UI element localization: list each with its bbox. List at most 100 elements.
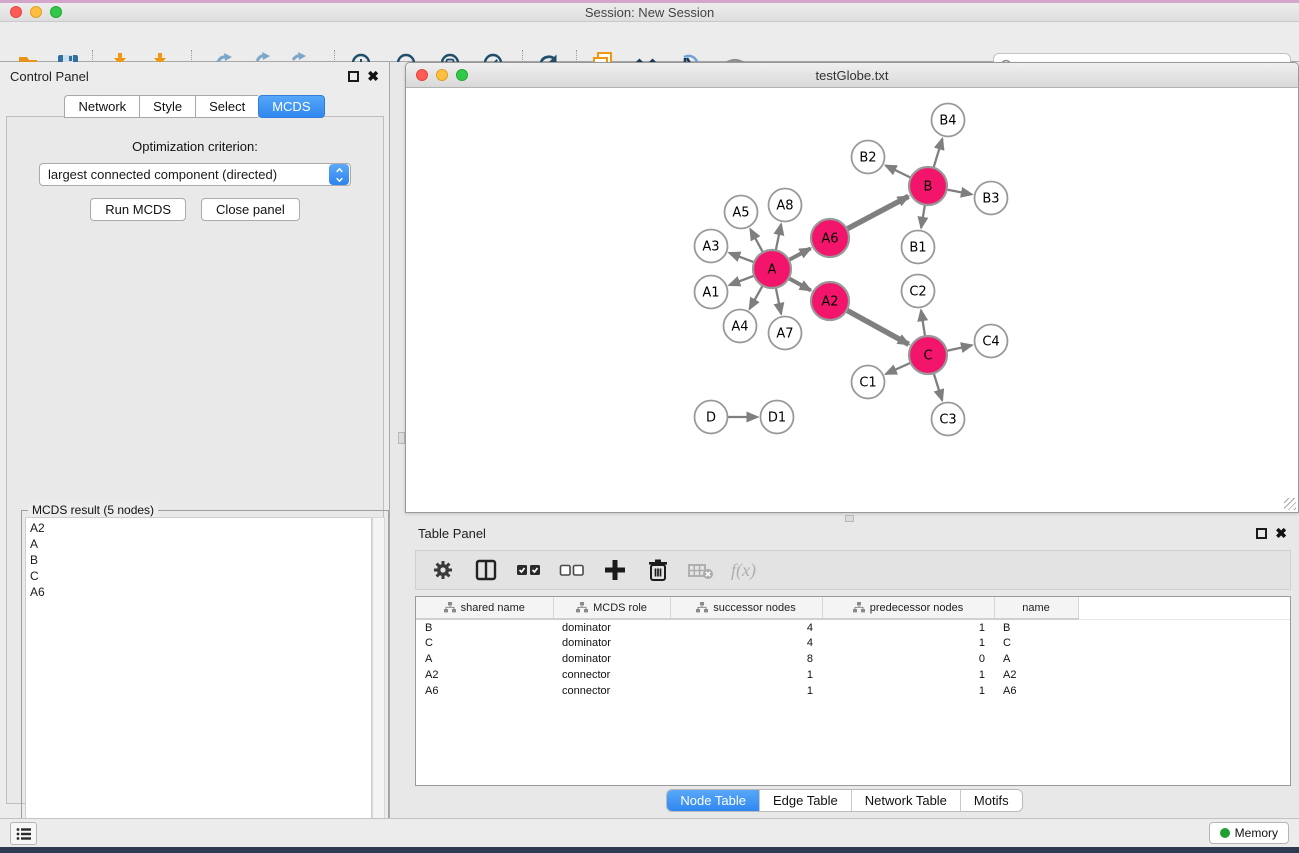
- graph-node-label: A7: [776, 327, 793, 342]
- table-cell[interactable]: A2: [994, 667, 1078, 683]
- graph-node-label: C3: [939, 413, 956, 428]
- graph-node-label: A3: [702, 240, 719, 255]
- table-row[interactable]: Adominator80A: [416, 651, 1290, 667]
- table-cell[interactable]: 4: [670, 619, 822, 635]
- vertical-splitter-handle[interactable]: [398, 432, 405, 444]
- node-table-container: shared name MCDS role successor nodes pr…: [415, 596, 1291, 786]
- close-table-panel-icon[interactable]: ✖: [1275, 528, 1287, 539]
- table-cell[interactable]: 4: [670, 635, 822, 651]
- close-panel-button[interactable]: Close panel: [201, 198, 300, 221]
- tab-network[interactable]: Network: [64, 95, 139, 118]
- network-window-titlebar[interactable]: testGlobe.txt: [406, 63, 1298, 88]
- run-mcds-button[interactable]: Run MCDS: [90, 198, 186, 221]
- table-row[interactable]: Bdominator41B: [416, 619, 1290, 635]
- float-table-panel-icon[interactable]: [1256, 528, 1267, 539]
- graph-node-label: B: [924, 180, 933, 195]
- dropdown-stepper-icon: [329, 164, 349, 185]
- result-scrollbar[interactable]: [372, 517, 385, 851]
- mcds-result-groupbox: MCDS result (5 nodes) A2ABCA6: [21, 510, 389, 853]
- table-cell[interactable]: connector: [553, 667, 670, 683]
- delete-table-icon[interactable]: [688, 557, 714, 583]
- delete-column-icon[interactable]: [645, 557, 671, 583]
- show-columns-icon[interactable]: [473, 557, 499, 583]
- table-panel-title: Table Panel: [418, 526, 486, 541]
- table-cell[interactable]: A: [994, 651, 1078, 667]
- table-cell[interactable]: dominator: [553, 619, 670, 635]
- add-column-icon[interactable]: [602, 557, 628, 583]
- table-cell[interactable]: connector: [553, 683, 670, 699]
- graph-node-label: A6: [821, 232, 838, 247]
- criterion-value: largest connected component (directed): [40, 167, 329, 182]
- select-all-icon[interactable]: [516, 557, 542, 583]
- result-list-item[interactable]: A2: [30, 520, 371, 536]
- table-cell[interactable]: 1: [822, 683, 994, 699]
- column-header-shared-name[interactable]: shared name: [416, 597, 553, 619]
- tab-node-table[interactable]: Node Table: [667, 790, 760, 811]
- table-cell[interactable]: 1: [822, 619, 994, 635]
- table-cell[interactable]: 0: [822, 651, 994, 667]
- memory-button[interactable]: Memory: [1209, 822, 1289, 844]
- column-header-mcds-role[interactable]: MCDS role: [553, 597, 670, 619]
- graph-node-label: B4: [939, 114, 956, 129]
- result-list-item[interactable]: B: [30, 552, 371, 568]
- table-row[interactable]: A6connector11A6: [416, 683, 1290, 699]
- column-header-predecessor-nodes[interactable]: predecessor nodes: [822, 597, 994, 619]
- tab-network-table[interactable]: Network Table: [852, 790, 961, 811]
- result-list-item[interactable]: C: [30, 568, 371, 584]
- deselect-all-icon[interactable]: [559, 557, 585, 583]
- result-list-item[interactable]: A: [30, 536, 371, 552]
- table-cell[interactable]: A2: [416, 667, 553, 683]
- table-cell[interactable]: dominator: [553, 635, 670, 651]
- mcds-result-list[interactable]: A2ABCA6: [25, 517, 372, 851]
- graph-node-label: A4: [731, 320, 748, 335]
- table-cell[interactable]: dominator: [553, 651, 670, 667]
- table-cell[interactable]: A6: [994, 683, 1078, 699]
- network-graph[interactable]: B4B2BB3A8A5A6B1A3AA1C2A2A4A7C4CC1C3DD1: [406, 88, 1298, 508]
- graph-node-label: B3: [982, 192, 999, 207]
- table-row[interactable]: Cdominator41C: [416, 635, 1290, 651]
- table-row[interactable]: A2connector11A2: [416, 667, 1290, 683]
- graph-node-label: A: [768, 263, 777, 278]
- table-options-icon[interactable]: [430, 557, 456, 583]
- column-header-successor-nodes[interactable]: successor nodes: [670, 597, 822, 619]
- tab-edge-table[interactable]: Edge Table: [760, 790, 852, 811]
- control-panel-title: Control Panel: [10, 69, 89, 84]
- tab-style[interactable]: Style: [139, 95, 195, 118]
- close-panel-icon[interactable]: ✖: [367, 71, 379, 82]
- graph-node-label: C2: [909, 285, 926, 300]
- table-cell[interactable]: 1: [670, 667, 822, 683]
- table-cell[interactable]: B: [994, 619, 1078, 635]
- tab-mcds[interactable]: MCDS: [258, 95, 324, 118]
- network-canvas[interactable]: B4B2BB3A8A5A6B1A3AA1C2A2A4A7C4CC1C3DD1: [406, 88, 1298, 508]
- window-resize-grip[interactable]: [1284, 498, 1296, 510]
- tab-motifs[interactable]: Motifs: [961, 790, 1022, 811]
- function-builder-icon[interactable]: f(x): [731, 560, 756, 581]
- optimization-criterion-label: Optimization criterion:: [7, 139, 383, 154]
- network-title: testGlobe.txt: [406, 68, 1298, 83]
- table-cell[interactable]: 8: [670, 651, 822, 667]
- graph-node-label: C4: [982, 335, 999, 350]
- shared-column-icon: [696, 602, 708, 613]
- show-task-history-button[interactable]: [10, 822, 37, 845]
- shared-column-icon: [853, 602, 865, 613]
- memory-label: Memory: [1235, 826, 1278, 840]
- table-cell[interactable]: 1: [670, 683, 822, 699]
- table-cell[interactable]: C: [994, 635, 1078, 651]
- table-toolbar: f(x): [415, 550, 1291, 590]
- table-cell[interactable]: 1: [822, 667, 994, 683]
- table-cell[interactable]: A: [416, 651, 553, 667]
- table-cell[interactable]: 1: [822, 635, 994, 651]
- app-titlebar: Session: New Session: [0, 3, 1299, 22]
- result-list-item[interactable]: A6: [30, 584, 371, 600]
- shared-column-icon: [576, 602, 588, 613]
- table-cell[interactable]: B: [416, 619, 553, 635]
- table-cell[interactable]: C: [416, 635, 553, 651]
- graph-node-label: B1: [909, 241, 926, 256]
- table-cell[interactable]: A6: [416, 683, 553, 699]
- float-panel-icon[interactable]: [348, 71, 359, 82]
- tab-select[interactable]: Select: [195, 95, 258, 118]
- criterion-dropdown[interactable]: largest connected component (directed): [39, 163, 351, 186]
- table-tabs: Node Table Edge Table Network Table Moti…: [390, 789, 1299, 812]
- column-header-name[interactable]: name: [994, 597, 1078, 619]
- node-table-body: Bdominator41BCdominator41CAdominator80AA…: [416, 619, 1290, 699]
